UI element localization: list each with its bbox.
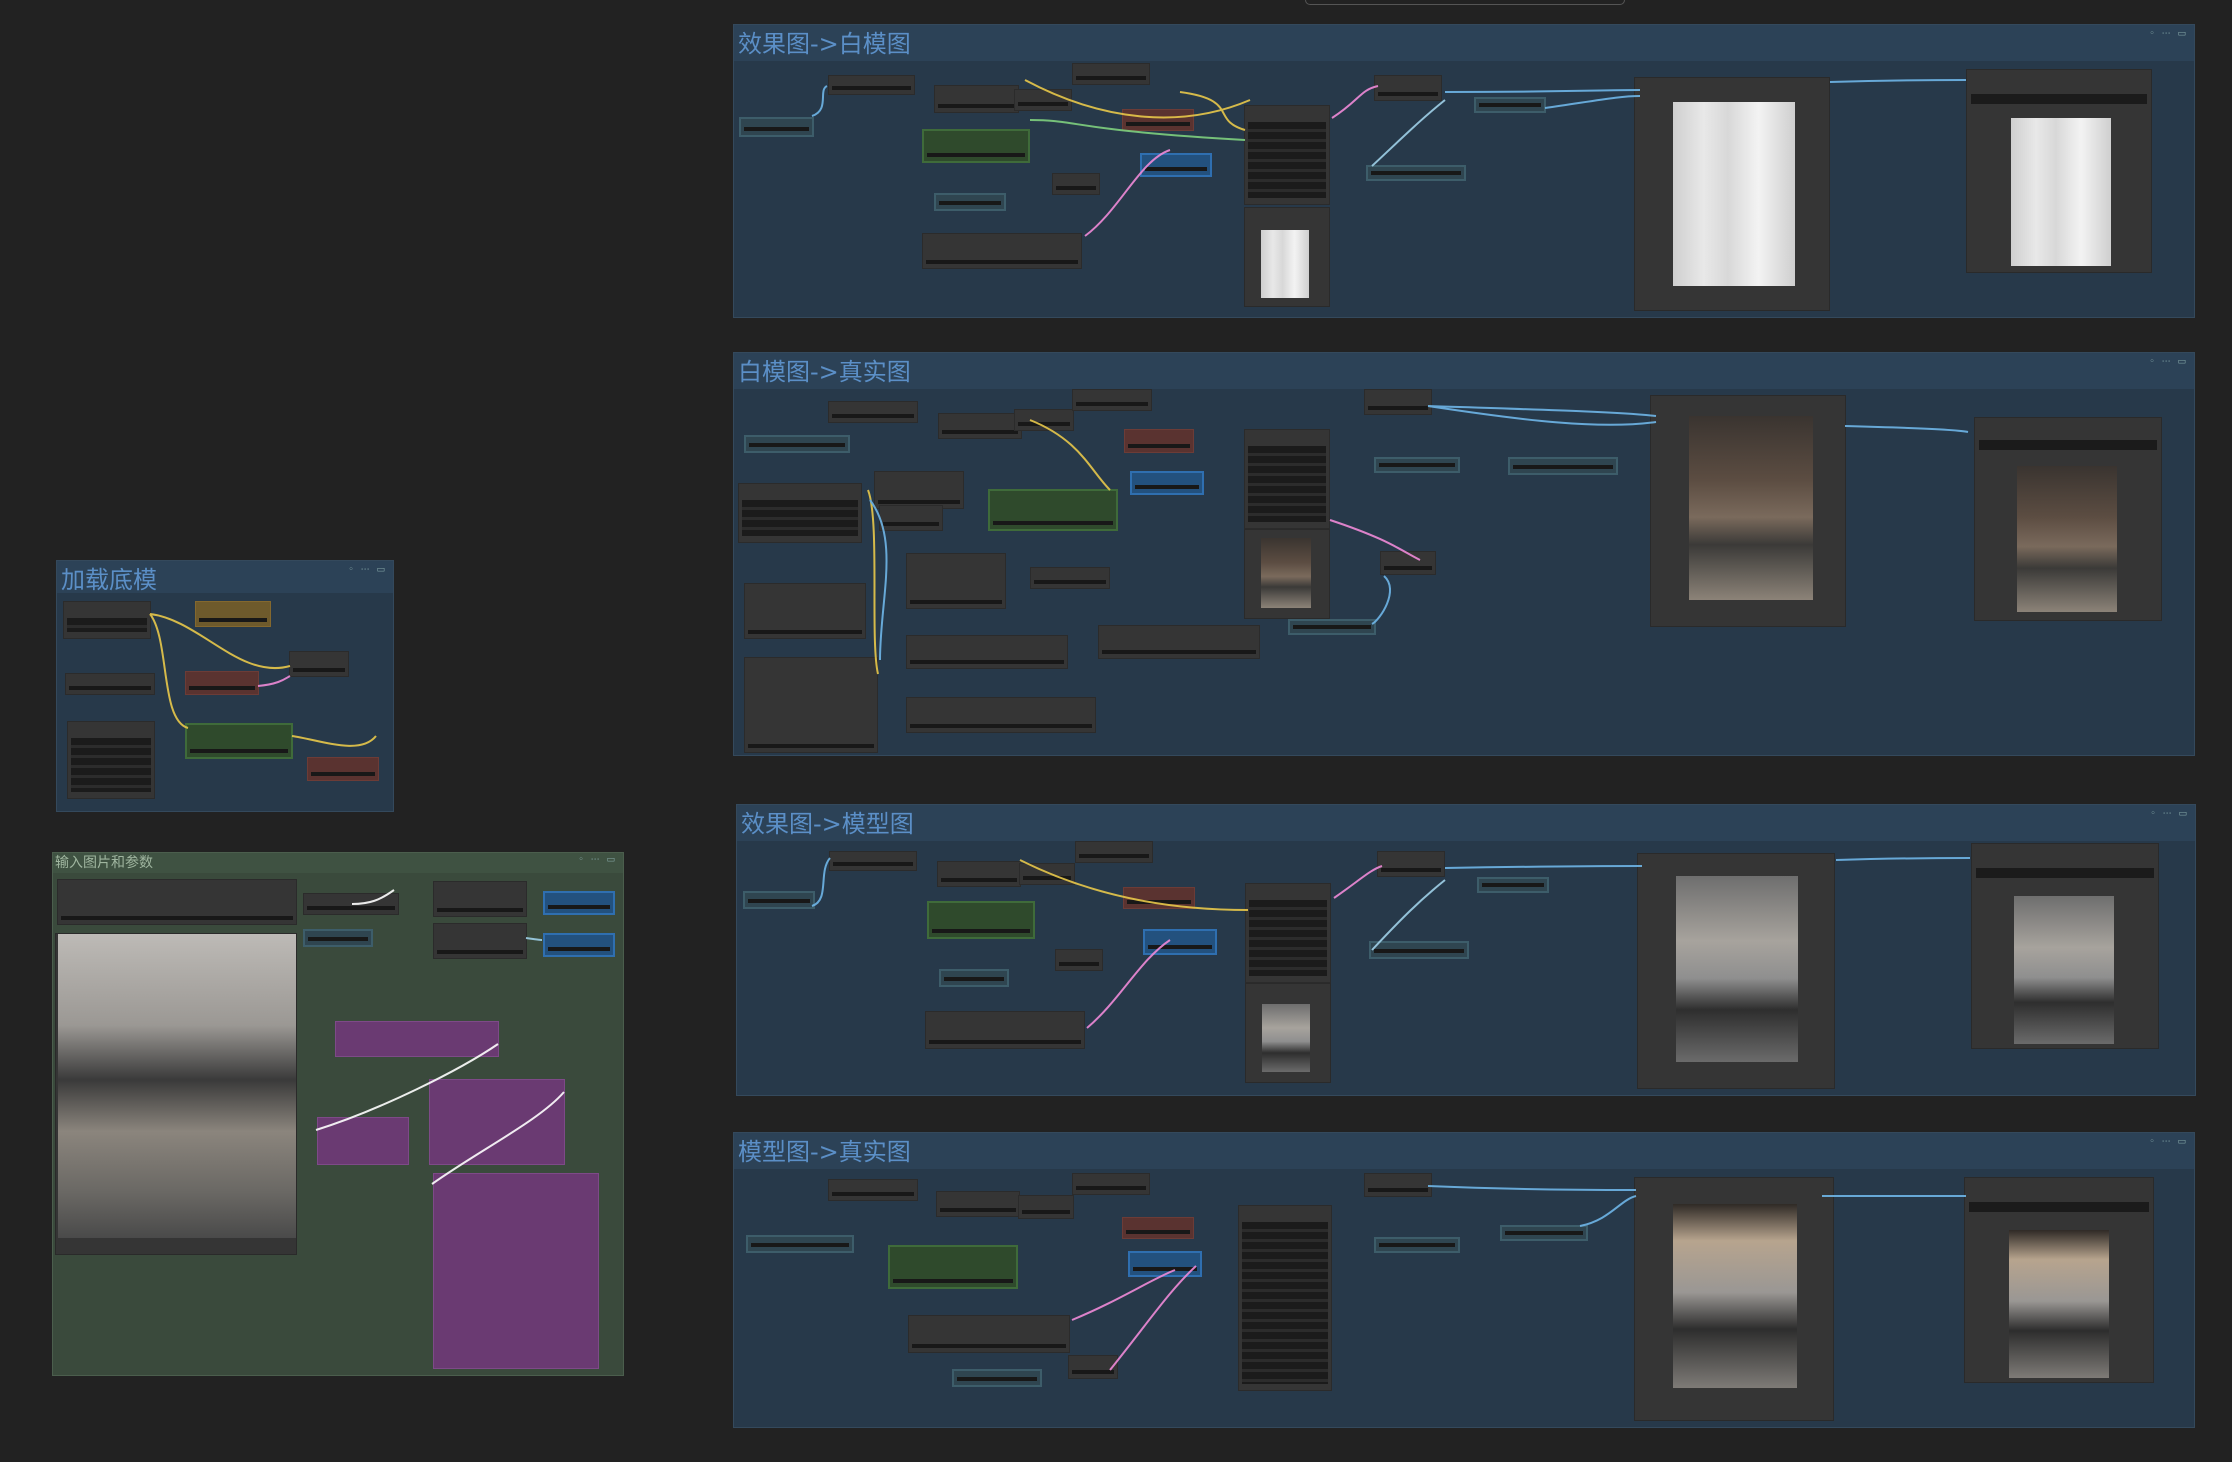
- wire: [1029, 419, 1111, 491]
- wire: [1444, 865, 1643, 869]
- wire: [149, 613, 291, 669]
- wire: [1084, 149, 1171, 237]
- wire: [1333, 865, 1383, 899]
- wire: [149, 613, 189, 729]
- connection-wires: [149, 79, 1971, 1371]
- wire: [257, 675, 291, 687]
- wire: [1024, 79, 1251, 119]
- wire: [1329, 519, 1421, 561]
- wire: [811, 85, 828, 117]
- wire: [1179, 91, 1246, 131]
- wire: [1109, 1265, 1197, 1371]
- wire: [1071, 1269, 1176, 1321]
- wire: [1544, 95, 1641, 109]
- wire: [1371, 879, 1446, 951]
- wire: [811, 857, 831, 907]
- wire: [1371, 99, 1446, 167]
- wire: [1019, 859, 1249, 911]
- wire: [351, 889, 395, 905]
- wire: [1844, 425, 1969, 433]
- wire: [1371, 575, 1391, 625]
- wire: [1427, 1185, 1637, 1191]
- wire: [431, 1091, 565, 1185]
- wire: [867, 489, 879, 675]
- wire: [315, 1043, 499, 1131]
- wire: [1331, 85, 1379, 119]
- wire: [1444, 89, 1641, 93]
- wire: [1029, 119, 1246, 141]
- wire: [1829, 79, 1967, 83]
- wire: [1579, 1195, 1637, 1227]
- wire: [1835, 857, 1971, 861]
- wire: [291, 735, 377, 747]
- wire: [525, 937, 543, 941]
- wire: [1086, 939, 1171, 1029]
